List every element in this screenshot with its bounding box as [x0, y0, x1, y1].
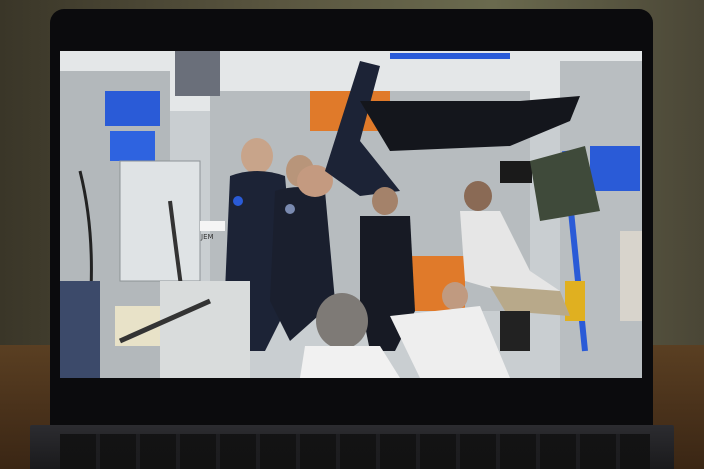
jem-label: JEM [200, 233, 214, 241]
foreground-head [316, 293, 368, 349]
astronaut-1-head [241, 138, 273, 174]
blue-equipment-box-2 [110, 131, 155, 161]
astronaut-5-head [442, 282, 468, 310]
keyboard-keys [60, 434, 650, 469]
mission-patch-2 [285, 204, 295, 214]
white-cabinet [160, 281, 250, 378]
monitor-screen [175, 51, 220, 96]
ceiling-handrail [390, 53, 510, 59]
space-station-scene: JEM [60, 51, 642, 378]
foreground-camera [500, 311, 530, 351]
right-blue-box [590, 146, 640, 191]
astronaut-4-head [464, 181, 492, 211]
laptop-panel [119, 160, 201, 282]
camera-icon [500, 161, 532, 183]
mission-patch [233, 196, 243, 206]
laptop-screen: JEM [60, 51, 642, 378]
astronaut-3-head [372, 187, 398, 215]
blue-equipment-box [105, 91, 160, 126]
jem-label-plate [200, 221, 225, 231]
right-panel [620, 231, 642, 321]
stowage [60, 281, 100, 378]
